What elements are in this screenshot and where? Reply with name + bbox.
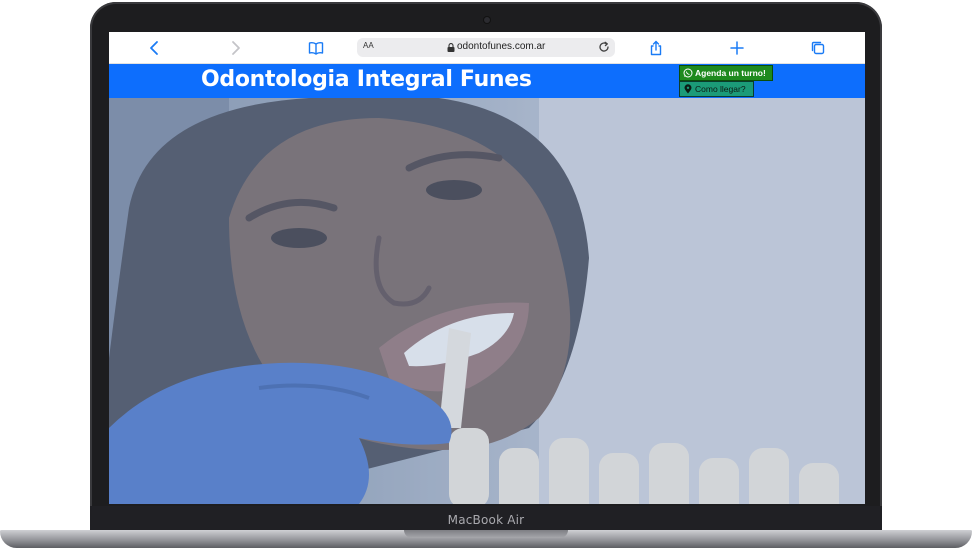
whatsapp-icon <box>683 68 693 78</box>
site-title: Odontologia Integral Funes <box>201 67 532 92</box>
hero-illustration <box>109 98 865 504</box>
directions-button[interactable]: Como llegar? <box>679 81 754 97</box>
url-text: odontofunes.com.ar <box>457 41 546 52</box>
appointment-button-label: Agenda un turno! <box>695 68 766 78</box>
plus-icon[interactable] <box>728 39 746 57</box>
chevron-left-icon[interactable] <box>146 39 164 57</box>
laptop-notch <box>404 530 568 538</box>
screen: AA odontofunes.com.ar Odontologia Integr… <box>109 32 865 504</box>
lock-icon <box>447 43 455 52</box>
reader-aa-button[interactable]: AA <box>363 41 374 50</box>
camera-icon <box>484 17 490 23</box>
laptop-model-label: MacBook Air <box>447 513 525 527</box>
reload-icon[interactable] <box>597 40 611 54</box>
directions-button-label: Como llegar? <box>695 84 746 94</box>
whatsapp-appointment-button[interactable]: Agenda un turno! <box>679 65 773 81</box>
chevron-right-icon[interactable] <box>226 39 244 57</box>
book-icon[interactable] <box>307 39 325 57</box>
share-icon[interactable] <box>647 39 665 57</box>
address-bar[interactable]: AA odontofunes.com.ar <box>357 38 615 57</box>
browser-toolbar: AA odontofunes.com.ar <box>109 32 865 64</box>
hero-image <box>109 98 865 504</box>
tabs-icon[interactable] <box>809 39 827 57</box>
map-pin-icon <box>684 84 692 94</box>
